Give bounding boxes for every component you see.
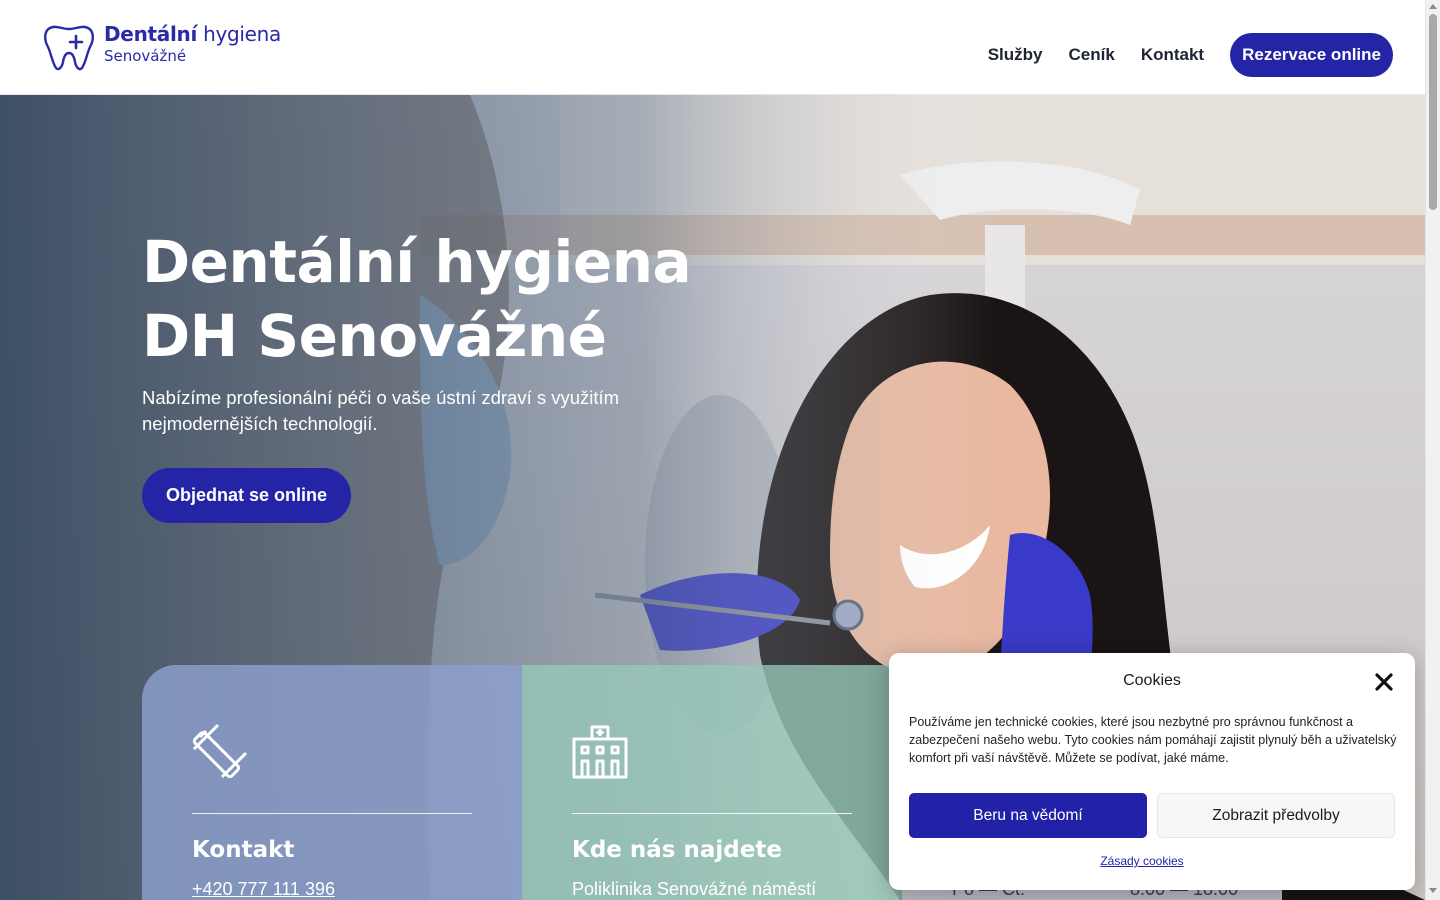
cookie-text: Používáme jen technické cookies, které j… xyxy=(909,715,1397,765)
hero-title: Dentální hygiena DH Senovážné xyxy=(142,225,692,373)
building-icon xyxy=(572,725,628,779)
page-scrollbar[interactable] xyxy=(1425,0,1440,900)
toothbrush-icon xyxy=(192,723,248,779)
card-divider xyxy=(192,813,472,814)
hero-title-line2: DH Senovážné xyxy=(142,302,607,370)
location-card: Kde nás najdete Poliklinika Senovážné ná… xyxy=(522,665,902,900)
logo-name: Dentální hygiena xyxy=(104,22,281,46)
nav-item-cenik[interactable]: Ceník xyxy=(1069,45,1115,65)
nav-item-sluzby[interactable]: Služby xyxy=(988,45,1043,65)
card-title: Kontakt xyxy=(192,837,295,863)
logo-subtitle: Senovážné xyxy=(104,47,187,65)
site-logo[interactable]: Dentální hygiena Senovážné xyxy=(42,22,281,72)
scroll-down-arrow-icon[interactable] xyxy=(1429,888,1437,893)
scroll-up-arrow-icon[interactable] xyxy=(1429,4,1437,9)
reservation-button[interactable]: Rezervace online xyxy=(1230,33,1393,77)
cookie-policy-link[interactable]: Zásady cookies xyxy=(889,854,1395,868)
hero-title-line1: Dentální hygiena xyxy=(142,228,692,296)
cookie-dialog: Cookies Používáme jen technické cookies,… xyxy=(889,653,1415,890)
show-preferences-button[interactable]: Zobrazit předvolby xyxy=(1157,793,1395,838)
close-icon[interactable] xyxy=(1373,671,1395,693)
address-text: Poliklinika Senovážné náměstí xyxy=(572,879,817,899)
nav-item-kontakt[interactable]: Kontakt xyxy=(1141,45,1204,65)
hero-subtitle: Nabízíme profesionální péči o vaše ústní… xyxy=(142,387,620,434)
accept-cookies-button[interactable]: Beru na vědomí xyxy=(909,793,1147,838)
tooth-plus-icon xyxy=(44,25,94,71)
order-online-button[interactable]: Objednat se online xyxy=(142,468,352,523)
main-nav: Služby Ceník Kontakt Rezervace online xyxy=(962,33,1393,77)
scroll-thumb[interactable] xyxy=(1429,14,1437,210)
contact-card: Kontakt +420 777 111 396 xyxy=(142,665,522,900)
cookie-title: Cookies xyxy=(1123,672,1181,689)
card-title: Kde nás najdete xyxy=(572,837,782,863)
site-header: Dentální hygiena Senovážné Služby Ceník … xyxy=(0,0,1425,95)
card-divider xyxy=(572,813,852,814)
phone-link[interactable]: +420 777 111 396 xyxy=(192,879,335,900)
